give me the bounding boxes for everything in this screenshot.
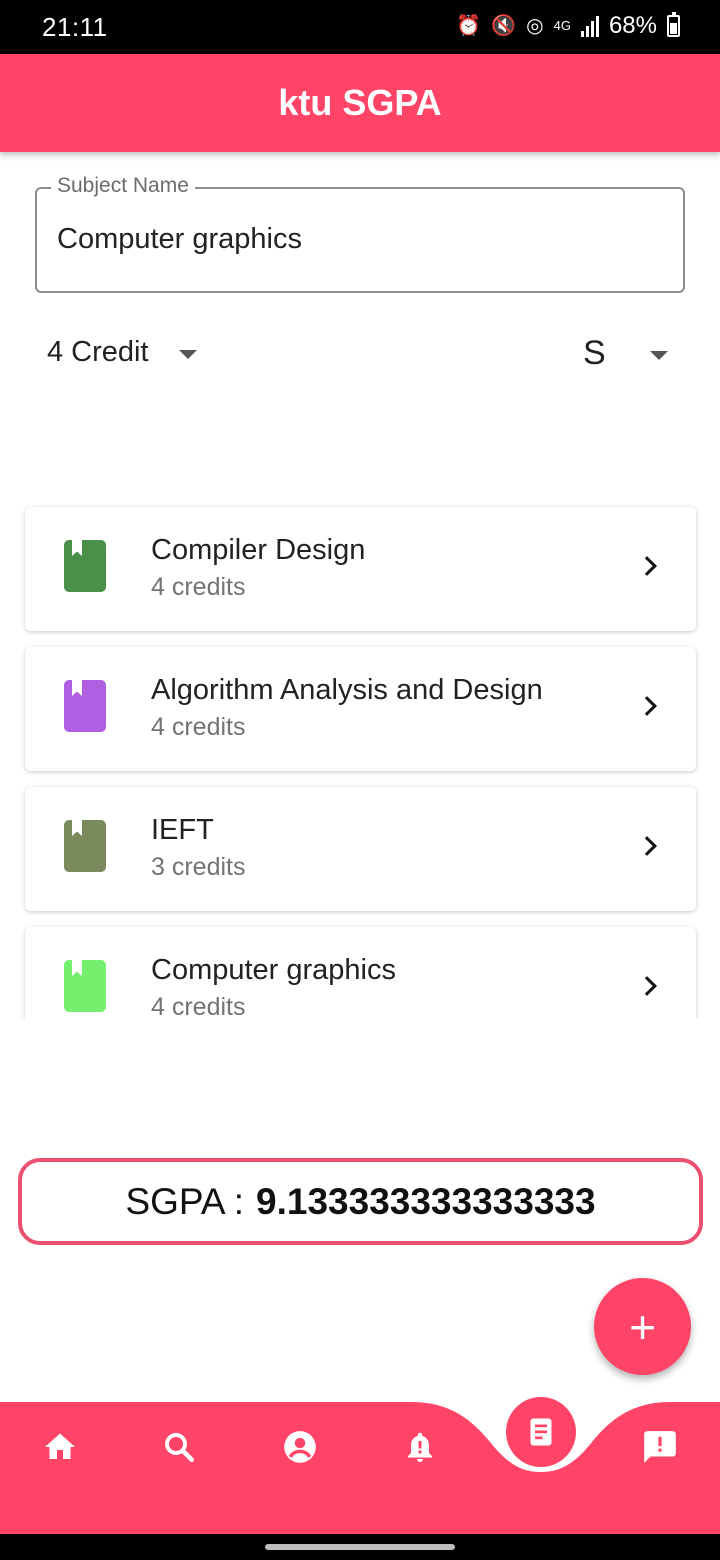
status-time: 21:11 bbox=[42, 12, 108, 42]
grade-dropdown-value: S bbox=[583, 334, 606, 372]
signal-icon bbox=[580, 15, 599, 37]
home-gesture-handle[interactable] bbox=[265, 1544, 455, 1550]
subject-title: Computer graphics bbox=[151, 954, 396, 986]
notification-icon bbox=[408, 1432, 432, 1462]
bottom-nav bbox=[0, 1360, 720, 1534]
book-icon bbox=[64, 960, 106, 1012]
chevron-down-icon bbox=[178, 350, 197, 359]
battery-icon bbox=[667, 12, 680, 37]
network-icon: 4G bbox=[553, 18, 571, 33]
sgpa-result: SGPA : 9.133333333333333 bbox=[18, 1158, 703, 1245]
subject-credits: 4 credits bbox=[151, 993, 246, 1018]
hotspot-icon: ◎ bbox=[526, 15, 544, 37]
subject-title: IEFT bbox=[151, 814, 214, 846]
plus-icon: + bbox=[629, 1300, 656, 1353]
nav-notifications[interactable] bbox=[398, 1425, 442, 1469]
bottom-nav-background bbox=[0, 1402, 720, 1534]
book-icon bbox=[64, 820, 106, 872]
grade-dropdown[interactable]: S bbox=[583, 334, 668, 373]
subject-title: Compiler Design bbox=[151, 534, 366, 566]
sgpa-label: SGPA : bbox=[125, 1180, 245, 1222]
subject-credits: 4 credits bbox=[151, 713, 246, 741]
credit-dropdown[interactable]: 4 Credit bbox=[47, 336, 197, 369]
book-icon bbox=[64, 680, 106, 732]
chevron-right-icon[interactable] bbox=[637, 696, 657, 716]
list-item[interactable]: IEFT 3 credits bbox=[25, 787, 696, 911]
nav-feedback[interactable] bbox=[638, 1425, 682, 1469]
subject-name-field[interactable]: Subject Name Computer graphics bbox=[35, 174, 685, 293]
subject-title: Algorithm Analysis and Design bbox=[151, 674, 543, 706]
book-icon bbox=[64, 540, 106, 592]
status-icons: ⏰ 🔇 ◎ 4G 68% bbox=[456, 12, 680, 40]
subject-list[interactable]: Compiler Design 4 credits Algorithm Anal… bbox=[0, 500, 720, 1018]
search-icon bbox=[165, 1433, 194, 1462]
chevron-right-icon[interactable] bbox=[637, 556, 657, 576]
chevron-down-icon bbox=[649, 351, 668, 360]
mute-icon: 🔇 bbox=[491, 15, 517, 37]
app-bar: ktu SGPA bbox=[0, 54, 720, 152]
alarm-icon: ⏰ bbox=[456, 15, 482, 37]
subject-name-input[interactable]: Computer graphics bbox=[57, 223, 302, 256]
app-title: ktu SGPA bbox=[278, 82, 442, 123]
status-bar: 21:11 ⏰ 🔇 ◎ 4G 68% bbox=[0, 0, 720, 54]
subject-credits: 4 credits bbox=[151, 573, 246, 601]
battery-percent: 68% bbox=[608, 12, 657, 39]
nav-home[interactable] bbox=[38, 1425, 82, 1469]
credit-dropdown-value: 4 Credit bbox=[47, 336, 149, 368]
subject-name-label: Subject Name bbox=[51, 174, 195, 198]
chevron-right-icon[interactable] bbox=[637, 836, 657, 856]
list-item[interactable]: Compiler Design 4 credits bbox=[25, 507, 696, 631]
nav-search[interactable] bbox=[157, 1425, 201, 1469]
account-icon bbox=[284, 1431, 316, 1463]
system-navigation-bar bbox=[0, 1534, 720, 1560]
home-icon bbox=[45, 1433, 75, 1459]
list-item[interactable]: Algorithm Analysis and Design 4 credits bbox=[25, 647, 696, 771]
feedback-icon bbox=[644, 1431, 676, 1463]
sgpa-value: 9.133333333333333 bbox=[256, 1180, 596, 1222]
list-item[interactable]: Computer graphics 4 credits bbox=[25, 927, 696, 1018]
nav-sgpa-active[interactable] bbox=[506, 1397, 576, 1467]
subject-credits: 3 credits bbox=[151, 853, 246, 881]
chevron-right-icon[interactable] bbox=[637, 976, 657, 996]
document-icon bbox=[530, 1418, 552, 1446]
nav-account[interactable] bbox=[278, 1425, 322, 1469]
